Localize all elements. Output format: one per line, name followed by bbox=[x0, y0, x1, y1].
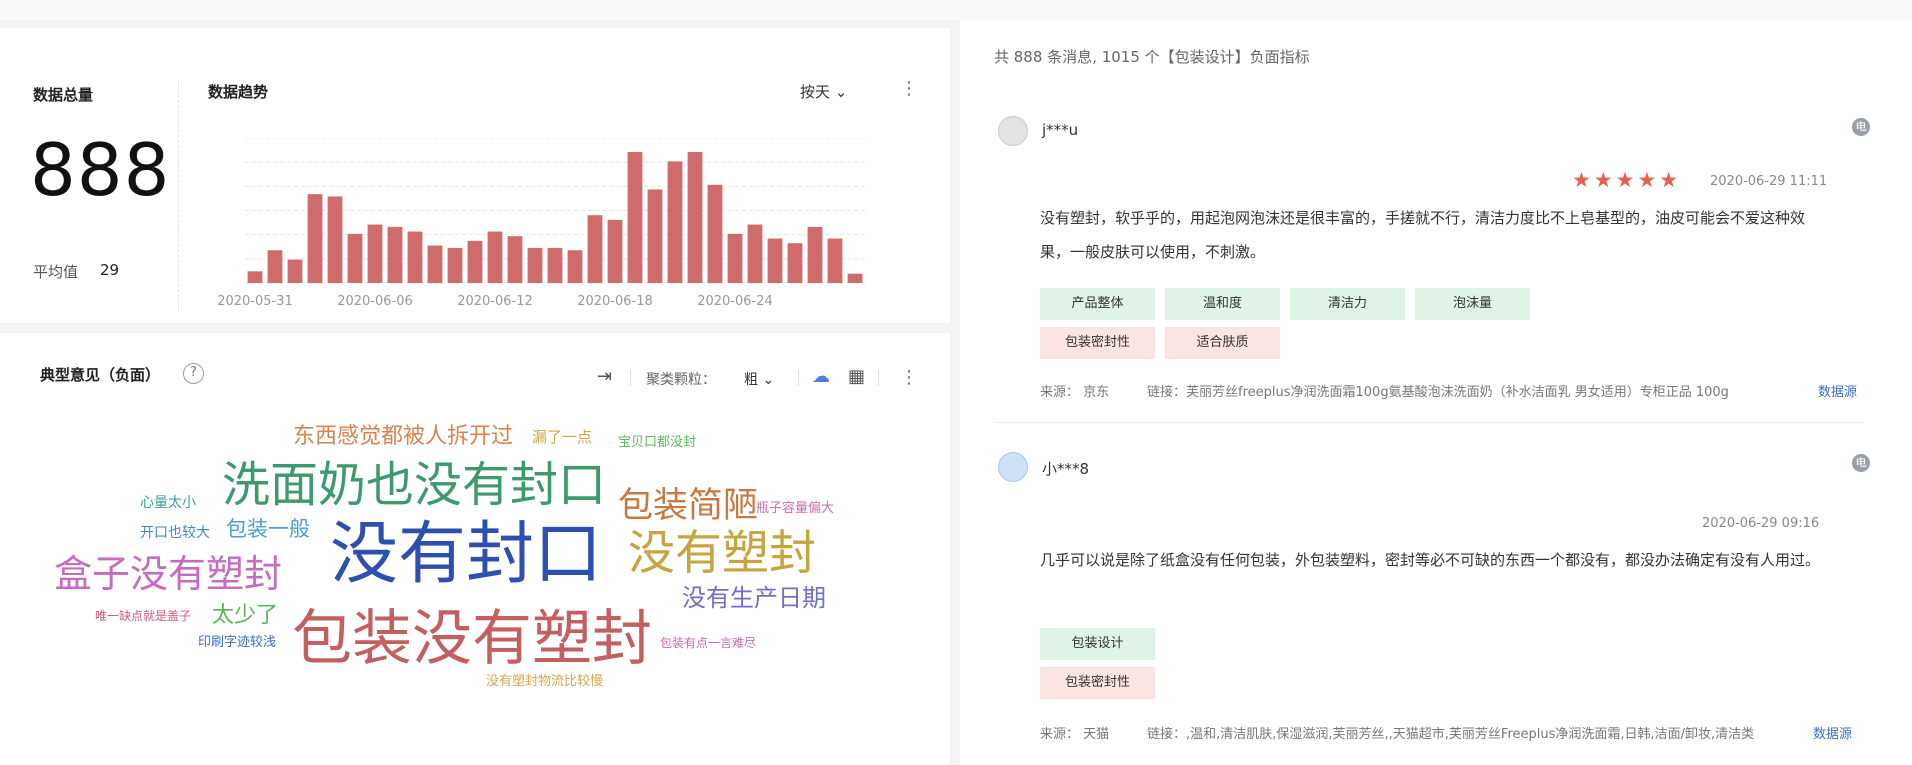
period-select[interactable]: 按天 ⌄ bbox=[800, 81, 847, 102]
x-tick-label: 2020-06-24 bbox=[697, 294, 773, 309]
data-source-link[interactable]: 数据源 bbox=[1818, 381, 1857, 400]
review-divider bbox=[994, 422, 1864, 423]
trend-bar[interactable] bbox=[627, 152, 643, 283]
trend-chart: 2020-05-31 2020-06-06 2020-06-12 2020-06-18… bbox=[217, 138, 865, 309]
trend-bar[interactable] bbox=[507, 236, 523, 283]
trend-bar[interactable] bbox=[667, 161, 683, 283]
review-text: 没有塑封，软乎乎的，用起泡网泡沫还是很丰富的，手搓就不行，清洁力度比不上皂基型的… bbox=[1040, 209, 1806, 261]
review-timestamp: 2020-06-29 11:11 bbox=[1710, 174, 1828, 189]
cloud-word[interactable]: 印刷字迹较浅 bbox=[198, 636, 276, 649]
total-count-title: 数据总量 bbox=[33, 86, 94, 104]
x-tick-label: 2020-06-06 bbox=[337, 294, 413, 309]
trend-bar[interactable] bbox=[347, 233, 363, 283]
cloud-word[interactable]: 瓶子容量偏大 bbox=[756, 502, 834, 515]
trend-bar[interactable] bbox=[247, 271, 263, 283]
trend-bar[interactable] bbox=[747, 224, 763, 283]
cloud-word[interactable]: 没有封口 bbox=[330, 521, 602, 589]
cloud-word[interactable]: 没有生产日期 bbox=[682, 586, 826, 610]
trend-bar[interactable] bbox=[707, 184, 723, 283]
product-link-text: 链接：芙丽芳丝freeplus净润洗面霜100g氨基酸泡沫洗面奶（补水洁面乳 男… bbox=[1147, 385, 1729, 400]
kpi-divider bbox=[178, 80, 179, 312]
avatar bbox=[998, 452, 1028, 482]
rating-stars: ★★★★★ bbox=[1572, 168, 1682, 192]
trend-bar[interactable] bbox=[427, 245, 443, 283]
tag: 包装设计 bbox=[1040, 628, 1155, 660]
avatar bbox=[998, 116, 1028, 146]
trend-bar[interactable] bbox=[827, 238, 843, 283]
trend-bar[interactable] bbox=[607, 219, 623, 283]
average-label: 平均值 bbox=[33, 263, 79, 281]
top-bar bbox=[0, 0, 1912, 20]
review-text: 几乎可以说是除了纸盒没有任何包装，外包装塑料，密封等必不可缺的东西一个都没有，都… bbox=[1040, 551, 1821, 569]
x-tick-label: 2020-06-12 bbox=[457, 294, 533, 309]
trend-bar[interactable] bbox=[647, 189, 663, 283]
trend-bar[interactable] bbox=[727, 233, 743, 283]
review-timestamp: 2020-06-29 09:16 bbox=[1702, 516, 1820, 531]
x-tick-label: 2020-06-18 bbox=[577, 294, 653, 309]
username: j***u bbox=[1042, 121, 1079, 139]
trend-bar[interactable] bbox=[527, 247, 543, 283]
cloud-word[interactable]: 包装没有塑封 bbox=[292, 609, 652, 669]
trend-bar[interactable] bbox=[467, 240, 483, 283]
tag: 包装密封性 bbox=[1040, 327, 1155, 359]
review-source: 来源： 天猫 bbox=[1040, 727, 1110, 742]
cloud-word[interactable]: 没有塑封物流比较慢 bbox=[486, 675, 603, 688]
trend-bar[interactable] bbox=[547, 247, 563, 283]
cloud-word[interactable]: 洗面奶也没有封口 bbox=[222, 461, 606, 509]
platform-icon: 电 bbox=[1852, 454, 1870, 472]
cloud-word[interactable]: 没有塑封 bbox=[628, 530, 816, 577]
trend-bar[interactable] bbox=[407, 231, 423, 283]
trend-bar[interactable] bbox=[687, 152, 703, 283]
trend-bar[interactable] bbox=[367, 224, 383, 283]
tag: 产品整体 bbox=[1040, 288, 1155, 320]
trend-bar[interactable] bbox=[587, 215, 603, 283]
total-count-value: 888 bbox=[30, 128, 171, 212]
trend-bar[interactable] bbox=[267, 250, 283, 283]
cloud-word[interactable]: 包装有点一言难尽 bbox=[660, 637, 756, 649]
trend-title: 数据趋势 bbox=[208, 83, 269, 101]
trend-bar[interactable] bbox=[487, 231, 503, 283]
trend-bar[interactable] bbox=[447, 247, 463, 283]
cloud-word[interactable]: 盒子没有塑封 bbox=[54, 555, 282, 593]
trend-bar[interactable] bbox=[807, 226, 823, 283]
cloud-word[interactable]: 漏了一点 bbox=[532, 430, 592, 445]
trend-more-icon[interactable]: ⋮ bbox=[900, 80, 918, 98]
product-link-text: 链接：,温和,清洁肌肤,保湿滋润,芙丽芳丝,,天猫超市,芙丽芳丝Freeplus… bbox=[1147, 727, 1755, 742]
trend-bar[interactable] bbox=[567, 250, 583, 283]
review-summary: 共 888 条消息, 1015 个【包装设计】负面指标 bbox=[994, 48, 1310, 66]
x-tick-label: 2020-05-31 bbox=[217, 294, 293, 309]
word-cloud: 东西感觉都被人拆开过 漏了一点 宝贝口都没封 洗面奶也没有封口 包装简陋 心量太小 瓶子容量… bbox=[0, 333, 950, 765]
cloud-word[interactable]: 宝贝口都没封 bbox=[618, 436, 696, 449]
tag: 清洁力 bbox=[1290, 288, 1405, 320]
data-source-link[interactable]: 数据源 bbox=[1813, 723, 1852, 742]
review-panel: 共 888 条消息, 1015 个【包装设计】负面指标 j***u 电 ★★★★… bbox=[960, 20, 1912, 765]
review-source: 来源： 京东 bbox=[1040, 385, 1110, 400]
opinion-card: 典型意见（负面） ? ⇥ 聚类颗粒： 粗 ⌄ ☁ ▦ ⋮ 东西感觉都被人拆开过漏… bbox=[0, 333, 950, 765]
tag: 泡沫量 bbox=[1415, 288, 1530, 320]
summary-card: 数据总量 888 平均值 29 数据趋势 按天 ⌄ ⋮ 2020-05-31 20… bbox=[0, 28, 950, 323]
trend-bar[interactable] bbox=[307, 194, 323, 283]
cloud-word[interactable]: 心量太小 bbox=[140, 496, 196, 510]
trend-bar[interactable] bbox=[287, 259, 303, 283]
cloud-word[interactable]: 包装一般 bbox=[226, 519, 310, 540]
tag: 温和度 bbox=[1165, 288, 1280, 320]
cloud-word[interactable]: 太少了 bbox=[212, 605, 278, 627]
platform-icon: 电 bbox=[1852, 118, 1870, 136]
trend-bar[interactable] bbox=[767, 238, 783, 283]
cloud-word[interactable]: 开口也较大 bbox=[140, 526, 210, 540]
cloud-word[interactable]: 东西感觉都被人拆开过 bbox=[293, 426, 513, 448]
trend-bar[interactable] bbox=[847, 273, 863, 283]
trend-bar[interactable] bbox=[387, 226, 403, 283]
username: 小***8 bbox=[1042, 460, 1090, 478]
cloud-word[interactable]: 包装简陋 bbox=[618, 489, 758, 524]
trend-bar[interactable] bbox=[787, 243, 803, 283]
tag: 适合肤质 bbox=[1165, 327, 1280, 359]
tag: 包装密封性 bbox=[1040, 667, 1155, 699]
cloud-word[interactable]: 唯一缺点就是盖子 bbox=[95, 610, 191, 622]
average-value: 29 bbox=[100, 261, 120, 279]
trend-bar[interactable] bbox=[327, 196, 343, 283]
